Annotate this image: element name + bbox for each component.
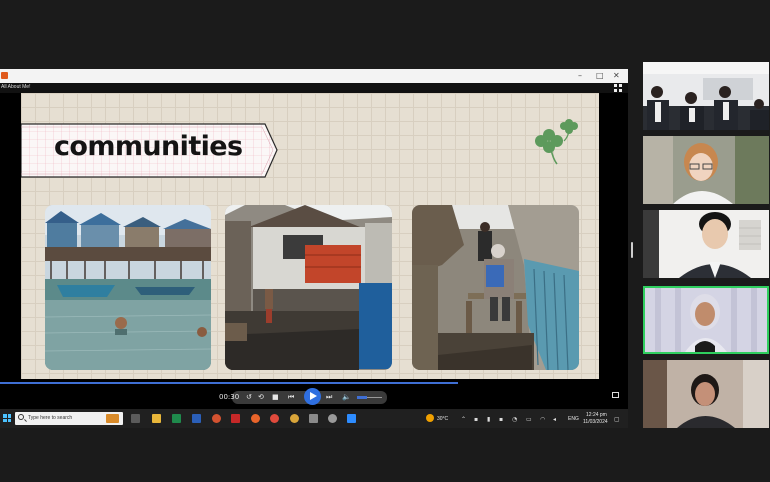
zoom-app-icon[interactable] xyxy=(347,414,356,423)
play-icon[interactable] xyxy=(304,388,321,405)
chrome-profile-icon[interactable] xyxy=(290,414,299,423)
weather-icon xyxy=(426,414,434,422)
settings-icon[interactable] xyxy=(328,414,337,423)
slum-houses-photo xyxy=(225,205,392,370)
clock-time[interactable]: 12:24 pm xyxy=(586,412,607,418)
player-controls: 00:30 ↺ ⟲ ■ ⏮ ⏭ 🔈 xyxy=(219,388,387,405)
slide-title: communities xyxy=(54,131,243,162)
weather-temperature: 30°C xyxy=(437,416,449,422)
skip-back-icon[interactable]: ⏮ xyxy=(288,391,294,404)
minimize-button[interactable]: – xyxy=(578,70,582,82)
volume-level xyxy=(357,396,367,399)
presentation-slide: communities xyxy=(21,93,599,379)
gallery-resize-handle[interactable] xyxy=(631,242,633,258)
language-indicator[interactable]: ENG xyxy=(568,416,579,422)
search-icon xyxy=(18,414,24,420)
participant-tile-group[interactable] xyxy=(643,62,769,130)
excel-icon[interactable] xyxy=(172,414,181,423)
taskbar-search-placeholder: Type here to search xyxy=(28,415,73,421)
windows-taskbar: Type here to search 30°C ⌃ ▪ ▮ ▪ ◔ ▭ ◠ ◂… xyxy=(0,409,628,428)
firefox-icon[interactable] xyxy=(251,414,260,423)
clover-icon xyxy=(535,119,578,165)
maximize-button[interactable]: □ xyxy=(596,70,604,82)
media-player-icon[interactable] xyxy=(309,414,318,423)
loop-icon[interactable]: ⟲ xyxy=(258,391,264,404)
stilt-village-water-photo xyxy=(45,205,211,370)
network-icon[interactable]: ◔ xyxy=(512,417,517,423)
powerpoint-icon[interactable] xyxy=(212,414,221,423)
app-icon xyxy=(1,72,8,79)
battery-icon[interactable]: ▭ xyxy=(526,417,532,423)
tray-app-icon[interactable]: ▪ xyxy=(474,417,478,423)
windows-start-icon[interactable] xyxy=(3,414,11,422)
narrow-alley-photo xyxy=(412,205,579,370)
participant-tile-woman-room[interactable] xyxy=(643,360,769,428)
participant-tile-man-suit[interactable] xyxy=(643,210,769,278)
window-titlebar: – □ ✕ xyxy=(0,69,628,83)
taskbar-search-box[interactable]: Type here to search xyxy=(15,412,123,425)
fullscreen-icon[interactable] xyxy=(612,392,619,398)
playback-time: 00:30 xyxy=(219,393,240,401)
participant-tile-woman-hijab[interactable] xyxy=(643,286,769,354)
grid-icon[interactable] xyxy=(614,84,622,92)
clock-date[interactable]: 11/03/2024 xyxy=(583,419,608,425)
chrome-icon[interactable] xyxy=(270,414,279,423)
screen: – □ ✕ All About Me! communities 00:30 ↺ … xyxy=(0,0,770,482)
file-explorer-icon[interactable] xyxy=(152,414,161,423)
camera-icon[interactable]: ▪ xyxy=(499,417,503,423)
close-button[interactable]: ✕ xyxy=(613,70,620,82)
chevron-up-icon[interactable]: ⌃ xyxy=(461,417,466,423)
speaker-icon[interactable]: ◂ xyxy=(553,417,556,423)
search-highlight-icon xyxy=(106,414,119,423)
player-menubar: All About Me! xyxy=(0,83,628,93)
document-title: All About Me! xyxy=(1,84,31,90)
word-icon[interactable] xyxy=(192,414,201,423)
participant-tile-woman-glasses[interactable] xyxy=(643,136,769,204)
notification-icon[interactable]: ▢ xyxy=(614,417,620,423)
stop-icon[interactable]: ■ xyxy=(272,391,279,404)
task-view-icon[interactable] xyxy=(131,414,140,423)
acrobat-icon[interactable] xyxy=(231,414,240,423)
shared-screen: – □ ✕ All About Me! communities 00:30 ↺ … xyxy=(0,69,628,428)
wifi-icon[interactable]: ◠ xyxy=(540,417,545,423)
mic-icon[interactable]: ▮ xyxy=(487,417,490,423)
skip-forward-icon[interactable]: ⏭ xyxy=(326,391,332,404)
volume-icon[interactable]: 🔈 xyxy=(342,391,351,404)
playback-progress-bar[interactable] xyxy=(0,382,459,384)
rewind-icon[interactable]: ↺ xyxy=(246,391,252,404)
